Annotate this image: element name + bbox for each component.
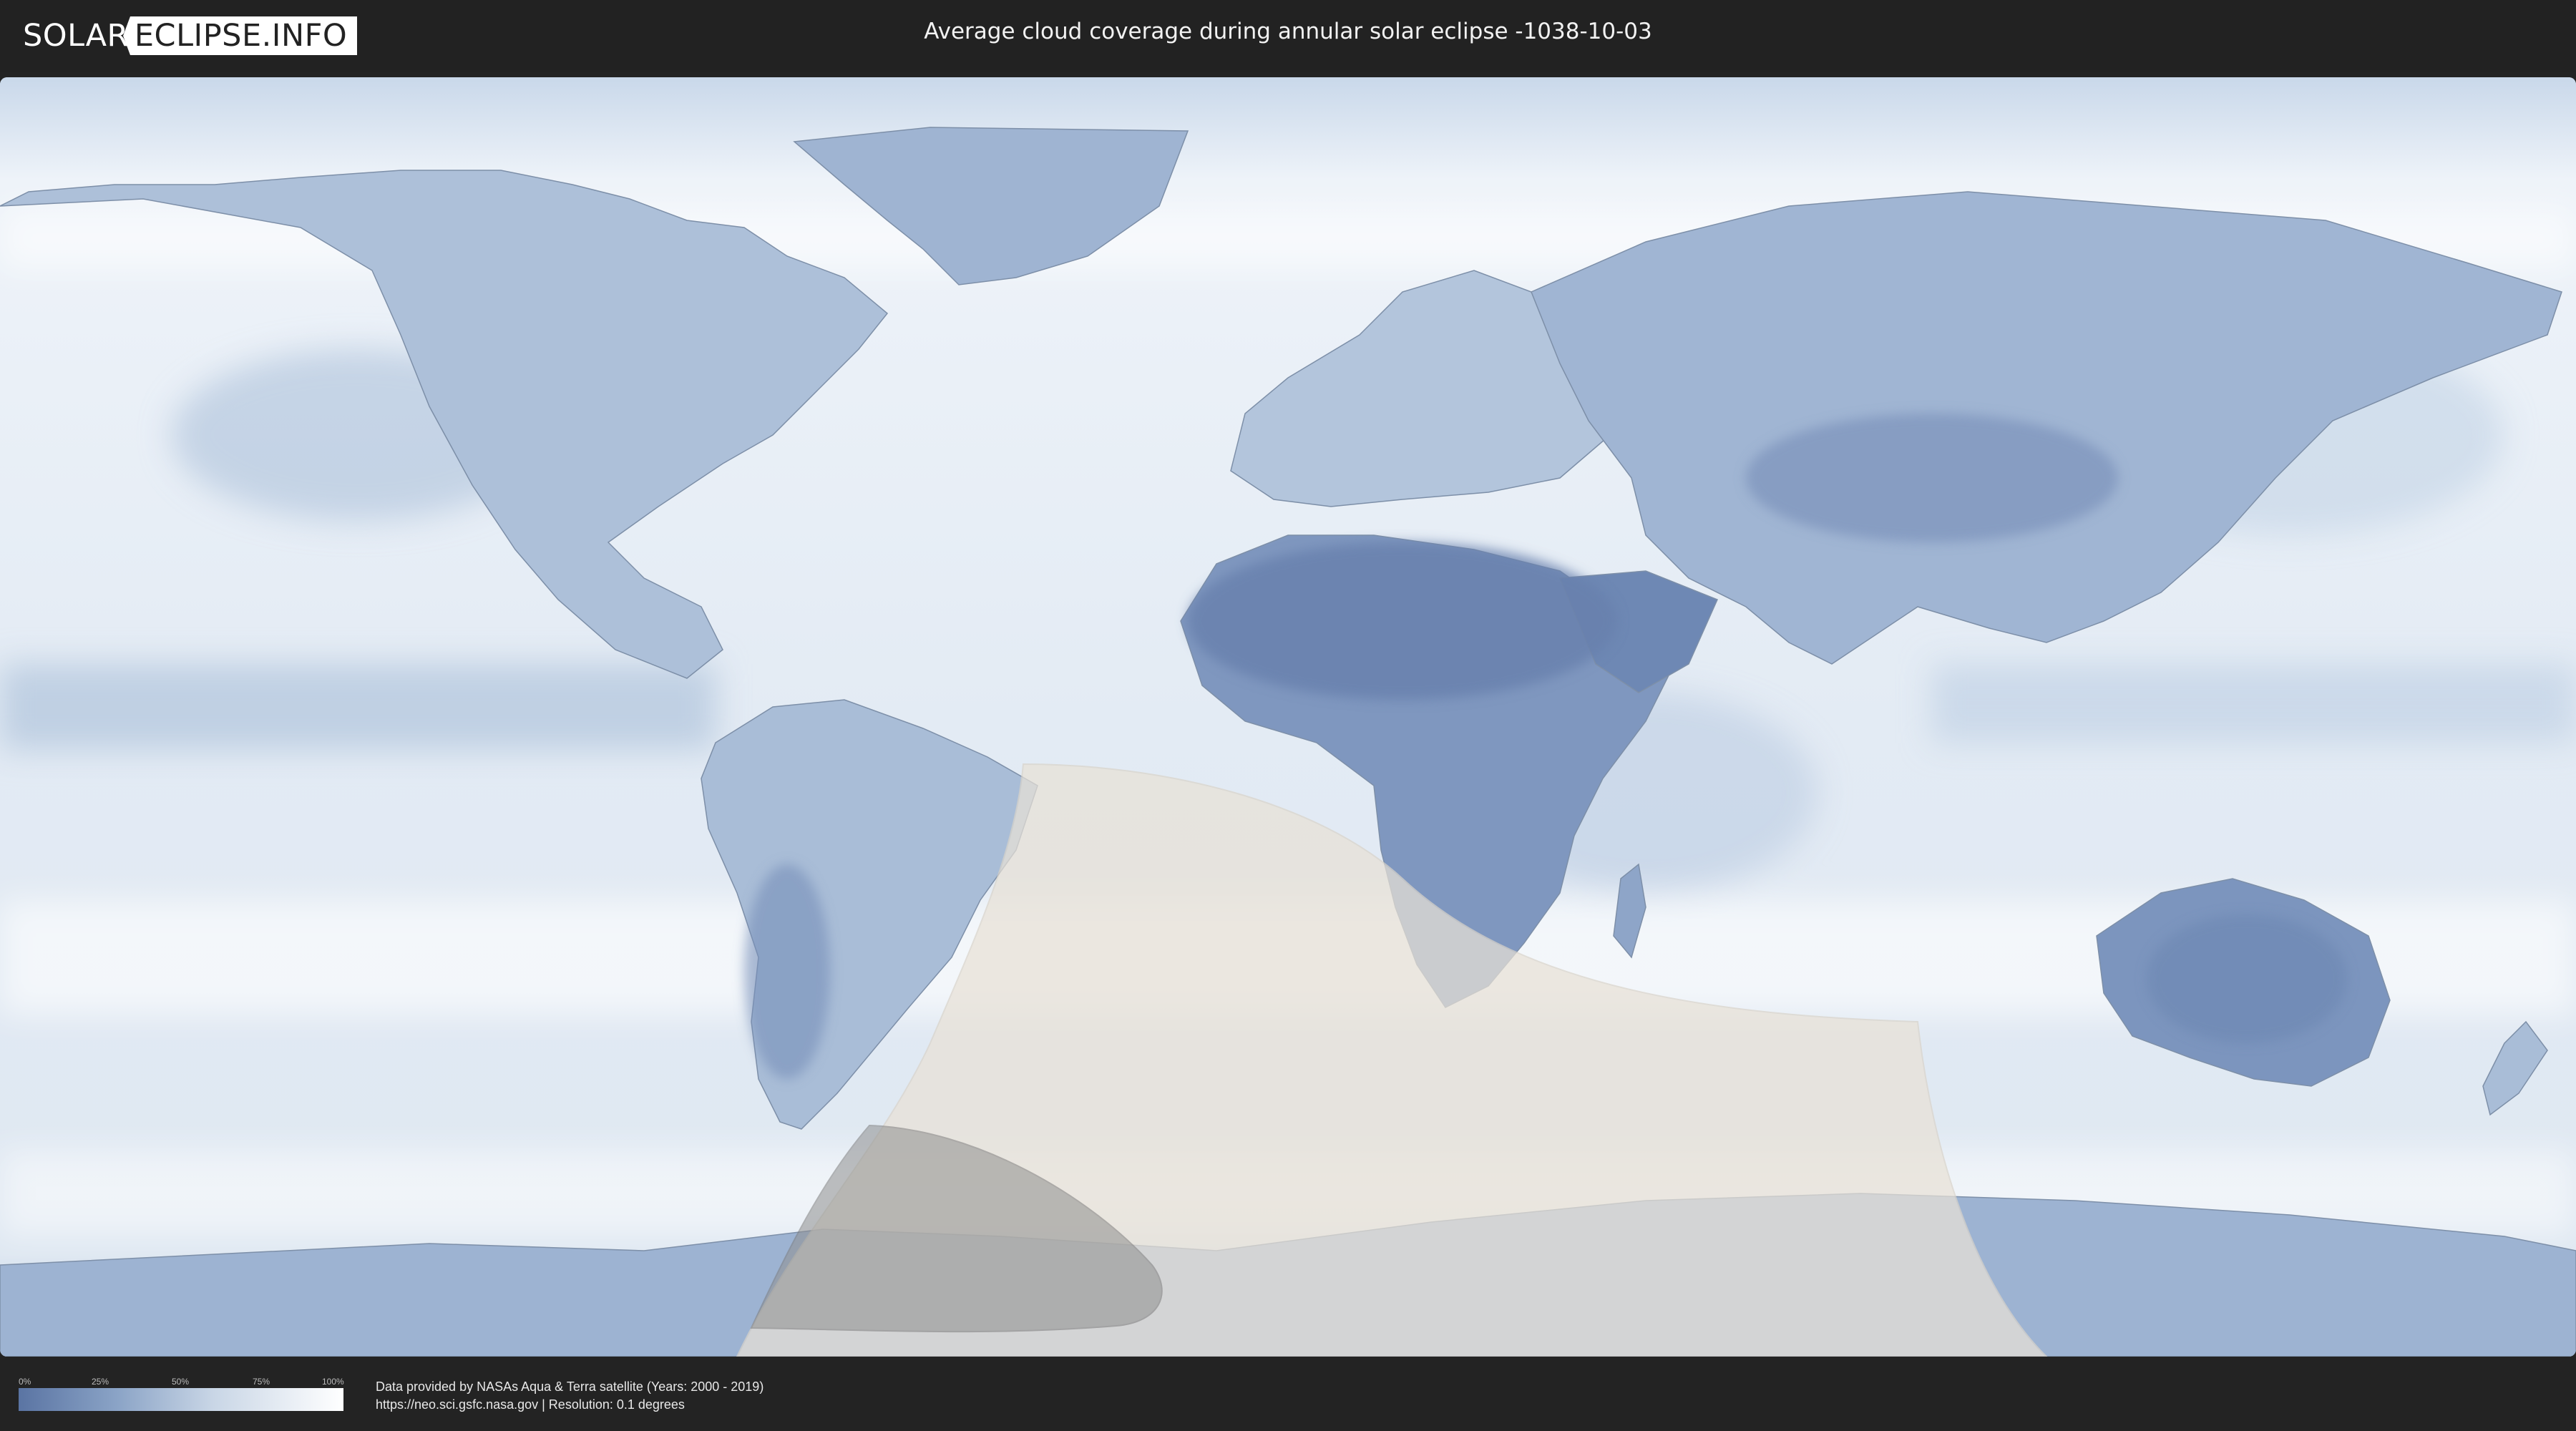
legend-tick-50: 50% (172, 1377, 190, 1387)
legend-tick-25: 25% (92, 1377, 109, 1387)
data-credits: Data provided by NASAs Aqua & Terra sate… (376, 1378, 763, 1414)
legend-tick-0: 0% (19, 1377, 31, 1387)
page-title: Average cloud coverage during annular so… (924, 19, 1652, 44)
legend-tick-75: 75% (253, 1377, 270, 1387)
cloud-coverage-legend: 0% 25% 50% 75% 100% (19, 1375, 344, 1411)
header-bar: SOLAR ECLIPSE.INFO Average cloud coverag… (0, 0, 2576, 72)
legend-color-bar (19, 1388, 343, 1411)
cloud-coverage-map[interactable] (0, 77, 2576, 1357)
credits-line-source: Data provided by NASAs Aqua & Terra sate… (376, 1379, 764, 1394)
credits-line-url[interactable]: https://neo.sci.gsfc.nasa.gov | Resoluti… (376, 1396, 763, 1414)
legend-tick-100: 100% (322, 1377, 344, 1387)
legend-ticks: 0% 25% 50% 75% 100% (19, 1375, 344, 1388)
map-svg (0, 77, 2576, 1357)
